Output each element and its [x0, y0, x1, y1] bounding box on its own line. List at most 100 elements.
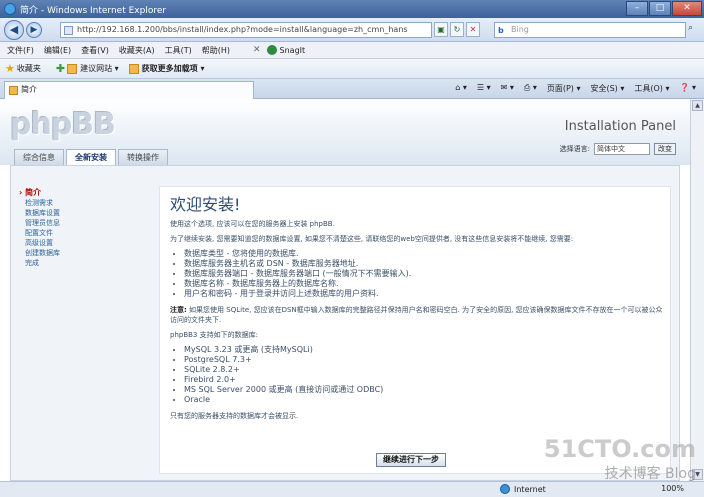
page-heading: 欢迎安装! [170, 195, 241, 214]
security-zone[interactable]: Internet [500, 484, 546, 494]
menu-view[interactable]: 查看(V) [81, 45, 109, 56]
close-button[interactable]: ✕ [672, 1, 702, 16]
tab-page-icon [9, 86, 18, 95]
snagit-toolbar[interactable]: ✕ SnagIt [253, 45, 305, 55]
title-bar: 简介 - Windows Internet Explorer – □ ✕ [0, 0, 704, 18]
ie-icon [4, 3, 16, 15]
get-addons-link[interactable]: 获取更多加载项 ▾ [142, 63, 205, 74]
list-item: 用户名和密码 - 用于登录并访问上述数据库的用户资料. [184, 289, 664, 299]
watermark-sub: 技术博客 Blog [604, 466, 696, 482]
page-menu[interactable]: 页面(P) ▾ [547, 83, 581, 94]
list-item: MS SQL Server 2000 或更高 (直接访问或通过 ODBC) [184, 385, 664, 395]
install-body: 简介 检测需求 数据库设置 管理员信息 配置文件 高级设置 创建数据库 完成 欢… [10, 165, 680, 481]
list-item: 数据库服务器端口 - 数据库服务器端口 (一般情况下不需要输入). [184, 269, 664, 279]
close-toolbar-icon[interactable]: ✕ [253, 45, 261, 55]
back-button[interactable]: ◀ [4, 20, 24, 40]
tab-convert[interactable]: 转换操作 [118, 149, 168, 165]
addons-icon [128, 63, 139, 74]
watermark-site: 51CTO.com [543, 435, 696, 463]
globe-icon [500, 484, 510, 494]
home-icon[interactable]: ⌂ ▾ [455, 83, 467, 94]
snagit-icon [266, 45, 277, 55]
language-select[interactable]: 简体中文 [594, 143, 650, 155]
refresh-icon[interactable]: ↻ [450, 22, 464, 37]
note-label: 注意: [170, 306, 187, 314]
tab-overview[interactable]: 综合信息 [14, 149, 64, 165]
safety-menu[interactable]: 安全(S) ▾ [590, 83, 624, 94]
language-selector: 选择语言: 简体中文 改变 [560, 143, 676, 155]
tab-bar: 简介 ⌂ ▾ ☰ ▾ ✉ ▾ ⎙ ▾ 页面(P) ▾ 安全(S) ▾ 工具(O)… [0, 79, 704, 99]
supported-db-intro: phpBB3 支持如下的数据库: [170, 331, 258, 339]
tab-install[interactable]: 全新安装 [66, 149, 116, 165]
suggested-sites-link[interactable]: 建议网站 ▾ [80, 63, 119, 74]
list-item: Oracle [184, 395, 664, 405]
list-item: MySQL 3.23 或更高 (支持MySQLi) [184, 345, 664, 355]
search-input[interactable]: b Bing [494, 22, 686, 38]
menu-help[interactable]: 帮助(H) [202, 45, 230, 56]
scroll-up-icon[interactable]: ▲ [692, 100, 703, 111]
add-favorite-icon[interactable]: ✚ [56, 62, 65, 75]
forward-button[interactable]: ▶ [26, 22, 42, 38]
browser-tab[interactable]: 简介 [4, 81, 254, 99]
stop-icon[interactable]: ✕ [466, 22, 480, 37]
sqlite-note: 注意: 如果您使用 SQLite, 您应该在DSN框中输入数据库的完整路径并保持… [170, 306, 663, 324]
menu-item-requirements[interactable]: 检测需求 [19, 198, 149, 208]
menu-item-intro[interactable]: 简介 [19, 188, 149, 198]
content-panel: 欢迎安装! 使用这个选项, 应该可以在您的服务器上安装 phpBB. 为了继续安… [159, 186, 671, 474]
list-item: 数据库服务器主机名或 DSN - 数据库服务器地址. [184, 259, 664, 269]
menu-bar: 文件(F) 编辑(E) 查看(V) 收藏夹(A) 工具(T) 帮助(H) ✕ S… [0, 42, 704, 59]
list-item: SQLite 2.8.2+ [184, 365, 664, 375]
address-input[interactable]: http://192.168.1.200/bbs/install/index.p… [60, 22, 432, 38]
zoom-level[interactable]: 100% [661, 484, 684, 493]
mail-icon[interactable]: ✉ ▾ [501, 83, 514, 94]
phpbb-header: phpBB Installation Panel 选择语言: 简体中文 改变 综… [0, 99, 690, 165]
install-tabs: 综合信息 全新安装 转换操作 [14, 149, 170, 165]
menu-tools[interactable]: 工具(T) [165, 45, 192, 56]
page-icon [64, 26, 73, 35]
help-icon[interactable]: ❓ ▾ [679, 83, 696, 94]
list-item: PostgreSQL 7.3+ [184, 355, 664, 365]
maximize-button[interactable]: □ [649, 1, 671, 16]
favorites-button[interactable]: 收藏夹 [17, 63, 41, 74]
phpbb-logo: phpBB [10, 107, 116, 142]
page-viewport: phpBB Installation Panel 选择语言: 简体中文 改变 综… [0, 99, 690, 481]
menu-item-finish[interactable]: 完成 [19, 258, 149, 268]
window-title: 简介 - Windows Internet Explorer [20, 5, 167, 16]
address-bar-row: ◀ ▶ http://192.168.1.200/bbs/install/ind… [0, 18, 704, 42]
menu-item-admin[interactable]: 管理员信息 [19, 218, 149, 228]
panel-title: Installation Panel [564, 119, 676, 134]
print-icon[interactable]: ⎙ ▾ [524, 83, 537, 94]
language-label: 选择语言: [559, 145, 590, 153]
requirements-intro: 为了继续安装, 您需要知道您的数据库设置, 如果您不清楚这些, 请联络您的web… [170, 235, 574, 243]
menu-file[interactable]: 文件(F) [7, 45, 34, 56]
feeds-icon[interactable]: ☰ ▾ [477, 83, 491, 94]
menu-item-create-db[interactable]: 创建数据库 [19, 248, 149, 258]
install-step-menu: 简介 检测需求 数据库设置 管理员信息 配置文件 高级设置 创建数据库 完成 [19, 188, 149, 318]
favorites-star-icon: ★ [5, 62, 15, 75]
compat-view-icon[interactable]: ▣ [434, 22, 448, 37]
menu-edit[interactable]: 编辑(E) [44, 45, 71, 56]
list-item: Firebird 2.0+ [184, 375, 664, 385]
status-bar: Internet 100% [0, 481, 704, 497]
watermark: 51CTO.com 技术博客 Blog [544, 435, 696, 483]
database-list: MySQL 3.23 或更高 (支持MySQLi) PostgreSQL 7.3… [184, 345, 664, 405]
requirements-list: 数据库类型 - 您将使用的数据库. 数据库服务器主机名或 DSN - 数据库服务… [184, 249, 664, 299]
menu-item-config[interactable]: 配置文件 [19, 228, 149, 238]
list-item: 数据库类型 - 您将使用的数据库. [184, 249, 664, 259]
menu-item-advanced[interactable]: 高级设置 [19, 238, 149, 248]
vertical-scrollbar[interactable]: ▲ ▼ [690, 99, 704, 481]
bing-icon: b [498, 26, 504, 35]
menu-item-database[interactable]: 数据库设置 [19, 208, 149, 218]
change-language-button[interactable]: 改变 [654, 143, 676, 155]
command-bar: ⌂ ▾ ☰ ▾ ✉ ▾ ⎙ ▾ 页面(P) ▾ 安全(S) ▾ 工具(O) ▾ … [445, 83, 696, 94]
list-item: 数据库名称 - 数据库服务器上的数据库名称. [184, 279, 664, 289]
menu-favorites[interactable]: 收藏夹(A) [119, 45, 155, 56]
search-icon[interactable]: ⌕ [688, 23, 693, 33]
tools-menu[interactable]: 工具(O) ▾ [634, 83, 669, 94]
suggested-sites-icon [67, 63, 78, 74]
footer-note: 只有您的服务器支持的数据库才会被显示. [170, 412, 299, 420]
intro-text: 使用这个选项, 应该可以在您的服务器上安装 phpBB. [170, 220, 335, 228]
minimize-button[interactable]: – [626, 1, 648, 16]
next-step-button[interactable]: 继续进行下一步 [376, 453, 446, 467]
favorites-bar: ★ 收藏夹 ✚ 建议网站 ▾ 获取更多加载项 ▾ [0, 59, 704, 79]
